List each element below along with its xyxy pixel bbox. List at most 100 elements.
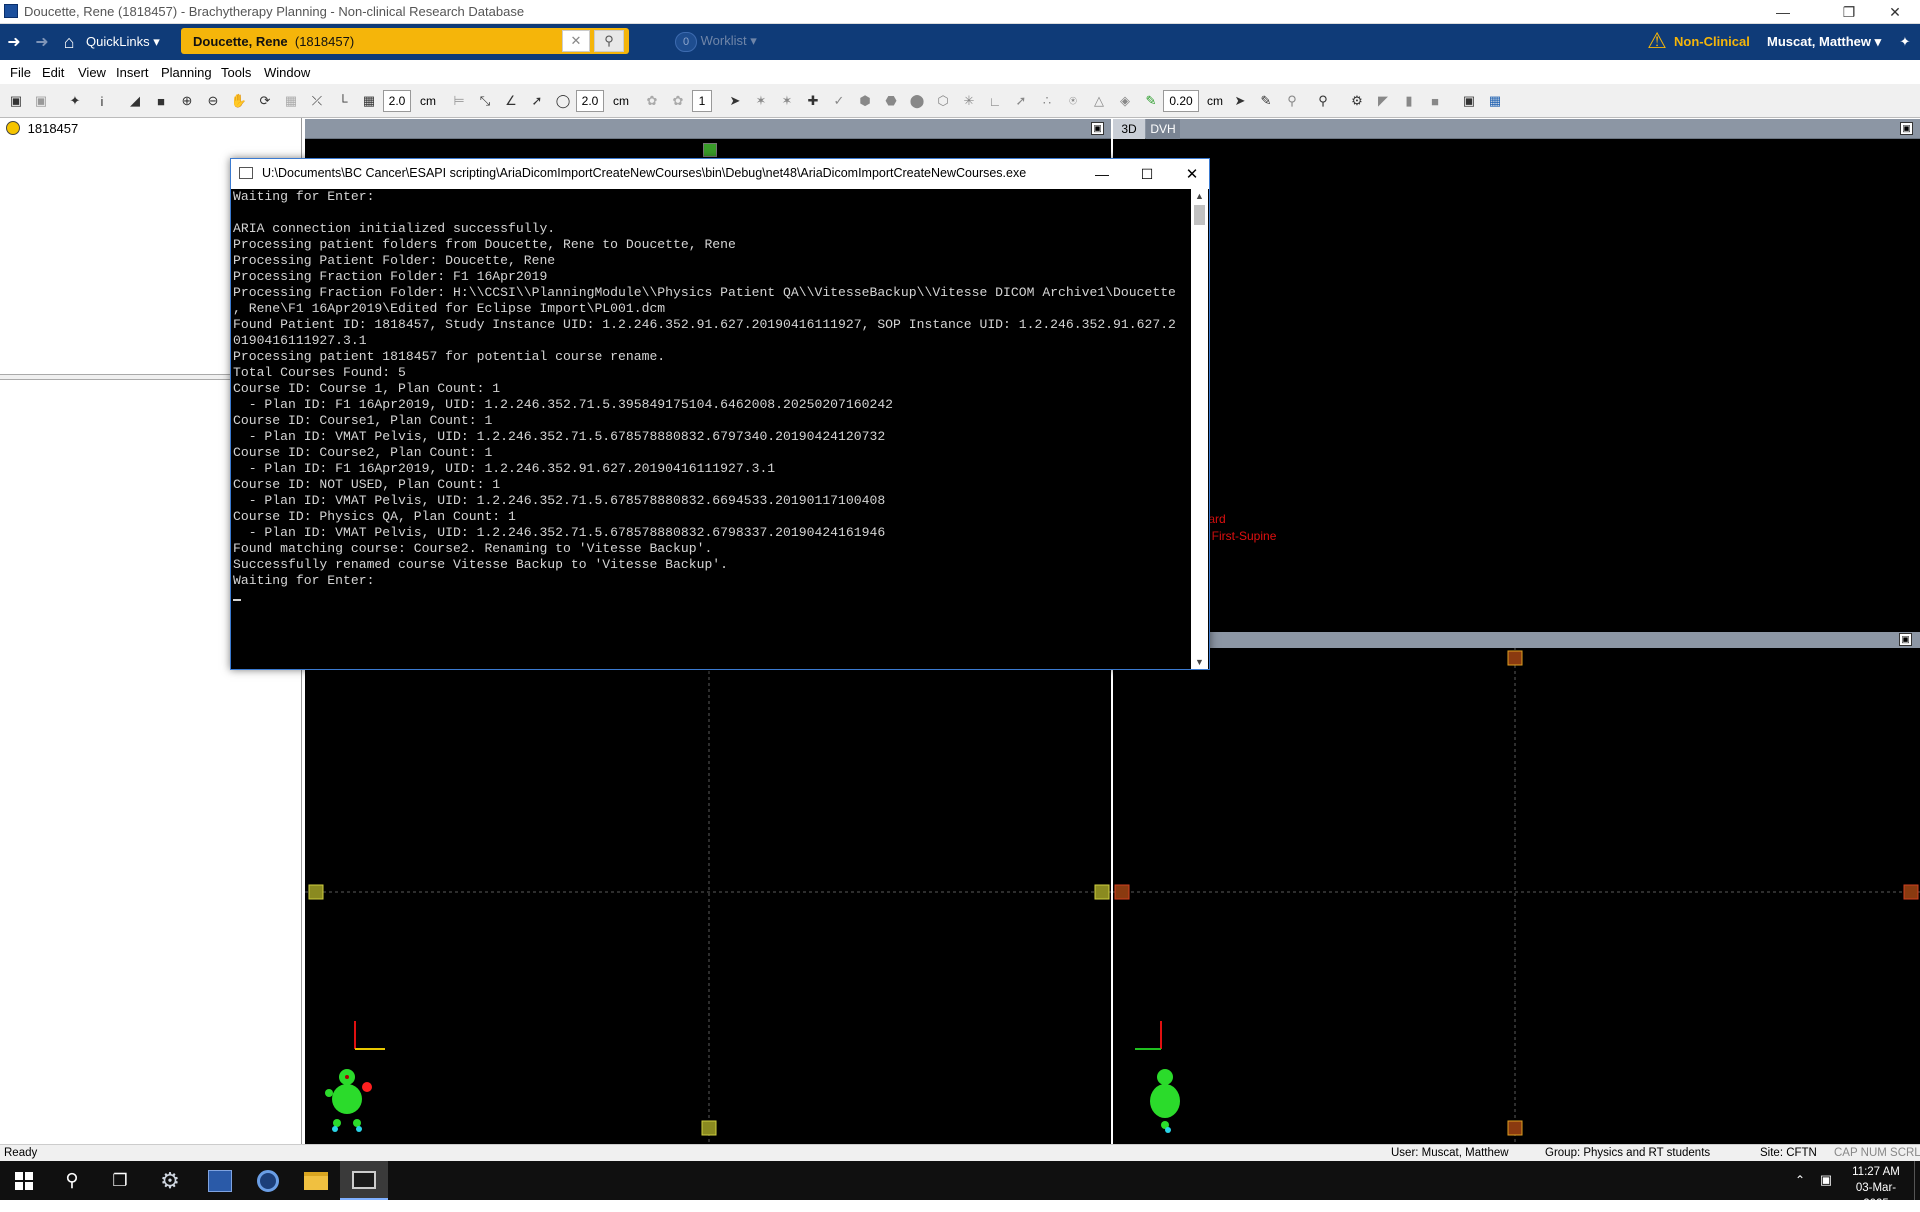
maximize-icon[interactable]: ▣ [1900, 122, 1913, 135]
menu-edit[interactable]: Edit [42, 65, 64, 80]
file-explorer-icon[interactable] [292, 1161, 340, 1200]
polygon-icon[interactable]: ⬢ [856, 92, 874, 110]
info-icon[interactable]: i [93, 92, 111, 110]
patient-tree-node[interactable]: 1818457 [6, 121, 78, 136]
axis-icon[interactable]: ∟ [986, 92, 1004, 110]
open-icon[interactable]: ▣ [7, 92, 25, 110]
home-icon[interactable]: ⌂ [58, 31, 80, 53]
edit-pen-icon[interactable]: ✎ [1257, 92, 1275, 110]
brush-size-input[interactable]: 1 [692, 90, 712, 112]
console-scrollbar[interactable]: ▲ ▼ [1191, 189, 1208, 669]
windows-start-icon[interactable] [0, 1161, 48, 1200]
viewport-top-right[interactable]: 3D DVH ▣ ndard ad First-Supine [1113, 119, 1920, 633]
eclipse-app-icon[interactable] [244, 1161, 292, 1200]
user-menu[interactable]: Muscat, Matthew ▾ [1767, 34, 1881, 50]
green-pen-icon[interactable]: ✎ [1142, 92, 1160, 110]
rotate-icon[interactable]: ⟳ [256, 92, 274, 110]
quicklinks-button[interactable]: QuickLinks ▾ [86, 34, 160, 50]
measure-spacing-input[interactable]: 2.0 [576, 90, 604, 112]
pan-hand-icon[interactable]: ✋ [230, 92, 248, 110]
layout-icon[interactable]: ▣ [1460, 92, 1478, 110]
stop-icon[interactable]: ■ [1426, 92, 1444, 110]
task-view-icon[interactable]: ❐ [96, 1161, 144, 1200]
back-arrow-icon[interactable]: ➜ [4, 32, 24, 52]
eraser-icon[interactable]: ✿ [669, 92, 687, 110]
menu-planning[interactable]: Planning [161, 65, 212, 80]
catheter-icon[interactable]: ➚ [1012, 92, 1030, 110]
console-app-task-icon[interactable] [340, 1161, 388, 1200]
fan-icon[interactable]: ✶ [752, 92, 770, 110]
menu-tools[interactable]: Tools [221, 65, 251, 80]
wedge-icon[interactable]: ◤ [1374, 92, 1392, 110]
close-patient-icon[interactable]: ✕ [562, 30, 590, 52]
scroll-thumb[interactable] [1194, 205, 1205, 225]
network-icon[interactable]: ▣ [1816, 1171, 1836, 1189]
pointer-icon[interactable]: ➤ [726, 92, 744, 110]
dwell-icon[interactable]: ◈ [1116, 92, 1134, 110]
search-icon[interactable]: ⚲ [48, 1161, 96, 1200]
slash-icon[interactable]: ✓ [830, 92, 848, 110]
grid-spacing-input[interactable]: 2.0 [383, 90, 411, 112]
grid-off-icon[interactable]: ▦ [282, 92, 300, 110]
menu-window[interactable]: Window [264, 65, 310, 80]
viewport-bottom-left[interactable] [305, 635, 1111, 1144]
fit-icon[interactable]: ⤫ [308, 92, 326, 110]
maximize-icon[interactable]: ▣ [1091, 122, 1104, 135]
cube-icon[interactable]: ⬡ [934, 92, 952, 110]
points-icon[interactable]: ∴ [1038, 92, 1056, 110]
scroll-down-icon[interactable]: ▼ [1191, 655, 1208, 669]
settings-gear-icon[interactable]: ⚙ [146, 1161, 194, 1200]
cross-icon[interactable]: ✚ [804, 92, 822, 110]
aria-app-icon[interactable] [196, 1161, 244, 1200]
fan2-icon[interactable]: ✶ [778, 92, 796, 110]
circle-measure-icon[interactable]: ◯ [554, 92, 572, 110]
grid-icon[interactable]: ▦ [360, 92, 378, 110]
contrast-icon[interactable]: ■ [152, 92, 170, 110]
window-level-icon[interactable]: ◢ [126, 92, 144, 110]
restore-button[interactable]: ❐ [1826, 0, 1872, 24]
close-button[interactable]: ✕ [1872, 0, 1918, 24]
scatter-icon[interactable]: ✳ [960, 92, 978, 110]
settings-icon[interactable]: ⚙ [1348, 92, 1366, 110]
minimize-button[interactable]: — [1760, 0, 1806, 24]
key-icon[interactable]: ⚲ [1283, 92, 1301, 110]
tray-expand-icon[interactable]: ⌃ [1792, 1171, 1808, 1189]
search-icon[interactable]: ⚲ [594, 30, 624, 52]
save-icon[interactable]: ▣ [32, 92, 50, 110]
worklist-button[interactable]: 0 Worklist ▾ [675, 32, 757, 52]
maximize-icon[interactable]: ▣ [1899, 633, 1912, 646]
shape-icon[interactable]: ⬣ [882, 92, 900, 110]
show-desktop-button[interactable] [1914, 1161, 1920, 1200]
viewport-bottom-right[interactable] [1113, 635, 1920, 1144]
patient-tab[interactable]: Doucette, Rene (1818457) ✕ ⚲ [181, 28, 629, 54]
menu-view[interactable]: View [78, 65, 106, 80]
pipe-icon[interactable]: ▮ [1400, 92, 1418, 110]
tab-3d[interactable]: 3D [1113, 119, 1145, 139]
ruler-icon[interactable]: └ [334, 92, 352, 110]
select-icon[interactable]: ➤ [1231, 92, 1249, 110]
navigate-icon[interactable]: ✦ [66, 92, 84, 110]
source-icon[interactable]: ⍟ [1064, 92, 1082, 110]
line-icon[interactable]: ➚ [528, 92, 546, 110]
close-button[interactable]: ✕ [1177, 163, 1207, 185]
block-icon[interactable]: ⬤ [908, 92, 926, 110]
measure-icon[interactable]: ⊨ [450, 92, 468, 110]
applicator-icon[interactable]: △ [1090, 92, 1108, 110]
zoom-search-icon[interactable]: ⚲ [1314, 92, 1332, 110]
menu-insert[interactable]: Insert [116, 65, 149, 80]
distance-icon[interactable]: ⤡ [476, 92, 494, 110]
tab-dvh[interactable]: DVH [1146, 119, 1180, 139]
forward-arrow-icon[interactable]: ➜ [32, 32, 52, 52]
maximize-button[interactable]: ☐ [1132, 163, 1162, 185]
angle-icon[interactable]: ∠ [502, 92, 520, 110]
view-layout-icon[interactable]: ▦ [1486, 92, 1504, 110]
step-size-input[interactable]: 0.20 [1163, 90, 1199, 112]
brush-icon[interactable]: ✿ [643, 92, 661, 110]
menu-file[interactable]: File [10, 65, 31, 80]
clock[interactable]: 11:27 AM 03-Mar-2025 [1846, 1164, 1906, 1212]
scroll-up-icon[interactable]: ▲ [1191, 189, 1208, 203]
zoom-in-icon[interactable]: ⊕ [178, 92, 196, 110]
minimize-button[interactable]: — [1087, 163, 1117, 185]
zoom-out-icon[interactable]: ⊖ [204, 92, 222, 110]
pin-icon[interactable]: ✦ [1896, 33, 1914, 51]
